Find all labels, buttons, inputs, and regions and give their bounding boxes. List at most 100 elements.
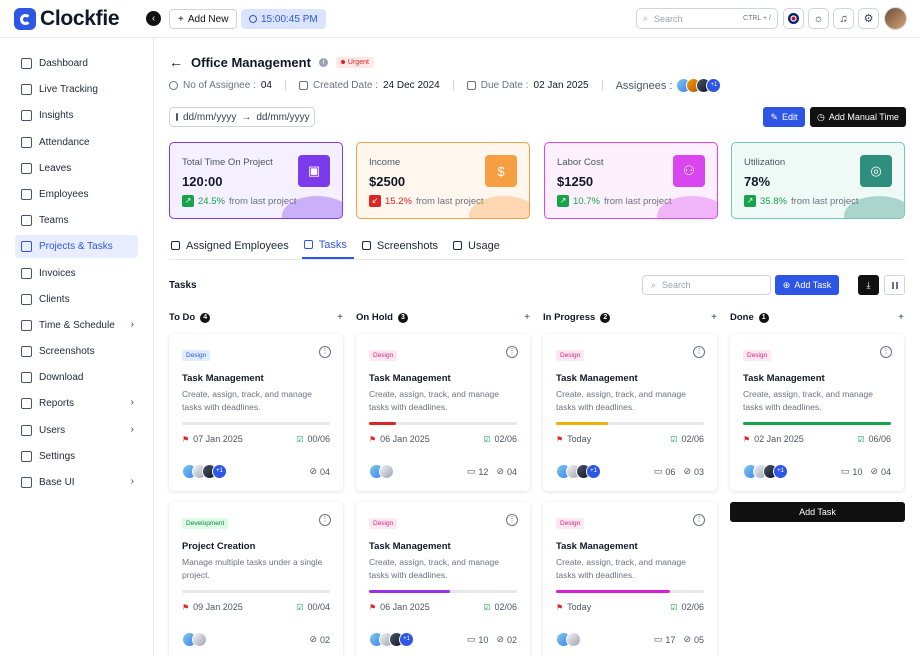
done-add-task-button[interactable]: Add Task xyxy=(730,502,905,522)
task-progress-bar xyxy=(182,422,330,425)
task-avatars[interactable]: +1 xyxy=(369,632,414,647)
download-icon: ⤓ xyxy=(866,279,871,290)
add-card-icon[interactable]: + xyxy=(898,312,904,323)
edit-button[interactable]: ✎ Edit xyxy=(763,107,805,127)
chevron-right-icon: › xyxy=(130,476,134,487)
download-button[interactable]: ⤓ xyxy=(858,275,879,295)
more-options-icon[interactable]: ⋮ xyxy=(693,514,705,526)
sidebar-item-attendance[interactable]: Attendance xyxy=(15,131,138,154)
sidebar-collapse-button[interactable]: ‹ xyxy=(146,11,161,26)
task-search-input[interactable]: ⌕ Search xyxy=(642,275,771,295)
task-due-value: 06 Jan 2025 xyxy=(380,602,430,612)
sidebar-item-settings[interactable]: Settings xyxy=(15,445,138,468)
sidebar-item-label: Settings xyxy=(39,450,76,462)
global-search-input[interactable]: ⌕ Search CTRL + / xyxy=(636,8,778,29)
sidebar-item-employees[interactable]: Employees xyxy=(15,183,138,206)
task-card[interactable]: Design ⋮ Task Management Create, assign, tr… xyxy=(730,334,904,491)
tab-screenshots[interactable]: Screenshots xyxy=(360,238,445,259)
task-title: Task Management xyxy=(743,373,825,384)
comments-value: 10 xyxy=(852,466,863,477)
task-avatars[interactable] xyxy=(369,464,394,479)
more-options-icon[interactable]: ⋮ xyxy=(506,346,518,358)
task-footer: +1 ▭ 10 ⊘ 04 xyxy=(743,464,891,479)
brand-logo[interactable]: Clockfie xyxy=(14,7,120,31)
sidebar-item-download[interactable]: Download xyxy=(15,366,138,389)
more-options-icon[interactable]: ⋮ xyxy=(319,514,331,526)
board-view-button[interactable] xyxy=(884,275,905,295)
task-title: Task Management xyxy=(369,373,451,384)
sidebar-item-dashboard[interactable]: Dashboard xyxy=(15,52,138,75)
assignee-avatars[interactable]: +1 xyxy=(676,78,722,93)
checkbox-icon: ☑ xyxy=(670,434,678,444)
flag-icon: ⚑ xyxy=(743,434,751,444)
add-card-icon[interactable]: + xyxy=(711,312,717,323)
tab-usage[interactable]: Usage xyxy=(451,238,507,259)
info-icon[interactable]: i xyxy=(318,57,328,67)
language-button[interactable] xyxy=(783,8,804,29)
date-range-picker[interactable]: dd/mm/yyyy → dd/mm/yyyy xyxy=(169,107,315,127)
plus-icon: + xyxy=(178,13,184,25)
sidebar-item-projects[interactable]: Projects & Tasks xyxy=(15,235,138,259)
attachments-count: ⊘ 02 xyxy=(309,634,330,645)
task-card[interactable]: Design ⋮ Task Management Create, assign, tr… xyxy=(543,334,717,491)
more-avatars-badge: +1 xyxy=(399,632,414,647)
leaves-icon xyxy=(21,162,32,174)
stat-card: Income $2500 ↙ 15.2% from last project $ xyxy=(356,142,530,219)
briefcase-icon: ▣ xyxy=(298,155,330,187)
task-tag: Design xyxy=(369,350,398,361)
sidebar-item-teams[interactable]: Teams xyxy=(15,209,138,232)
add-new-button[interactable]: + Add New xyxy=(169,9,238,29)
theme-toggle-button[interactable]: ☼ xyxy=(808,8,829,29)
add-card-icon[interactable]: + xyxy=(337,312,343,323)
add-manual-time-button[interactable]: ◷ Add Manual Time xyxy=(810,107,906,127)
tab-assigned-employees[interactable]: Assigned Employees xyxy=(169,238,296,259)
date-to: dd/mm/yyyy xyxy=(256,111,310,123)
task-avatars[interactable]: +1 xyxy=(743,464,788,479)
timer-display[interactable]: 15:00:45 PM xyxy=(241,9,326,29)
tab-label: Screenshots xyxy=(376,239,439,252)
task-checklist-value: 06/06 xyxy=(868,434,891,444)
task-avatars[interactable] xyxy=(182,632,207,647)
sidebar-item-users[interactable]: Users › xyxy=(15,419,138,442)
task-stats: ▭ 10 ⊘ 02 xyxy=(467,634,517,645)
task-footer: ▭ 12 ⊘ 04 xyxy=(369,464,517,479)
sidebar-item-base-ui[interactable]: Base UI › xyxy=(15,471,138,494)
column-title: In Progress xyxy=(543,312,596,323)
sidebar-item-live-tracking[interactable]: Live Tracking xyxy=(15,78,138,101)
add-task-button[interactable]: ⊕ Add Task xyxy=(775,275,839,295)
more-options-icon[interactable]: ⋮ xyxy=(880,346,892,358)
more-options-icon[interactable]: ⋮ xyxy=(319,346,331,358)
clock-icon: ◷ xyxy=(817,111,825,122)
sidebar-item-label: Invoices xyxy=(39,267,76,279)
more-options-icon[interactable]: ⋮ xyxy=(506,514,518,526)
sidebar-item-insights[interactable]: Insights xyxy=(15,104,138,127)
sidebar-item-screenshots[interactable]: Screenshots xyxy=(15,340,138,363)
task-card[interactable]: Design ⋮ Task Management Create, assign, tr… xyxy=(356,502,530,656)
task-avatars[interactable]: +1 xyxy=(182,464,227,479)
tab-tasks[interactable]: Tasks xyxy=(301,238,354,259)
more-options-icon[interactable]: ⋮ xyxy=(693,346,705,358)
notifications-button[interactable]: ♫ xyxy=(833,8,854,29)
task-card[interactable]: Development ⋮ Project Creation Manage multi… xyxy=(169,502,343,656)
task-avatars[interactable] xyxy=(556,632,581,647)
task-avatars[interactable]: +1 xyxy=(556,464,601,479)
attachments-count: ⊘ 03 xyxy=(683,466,704,477)
back-arrow-icon[interactable]: ← xyxy=(169,54,183,70)
task-card[interactable]: Design ⋮ Task Management Create, assign, tr… xyxy=(543,502,717,656)
arrow-down-icon: ↙ xyxy=(369,195,381,207)
sidebar-item-schedule[interactable]: Time & Schedule › xyxy=(15,314,138,337)
task-card[interactable]: Design ⋮ Task Management Create, assign, tr… xyxy=(169,334,343,491)
sidebar-item-leaves[interactable]: Leaves xyxy=(15,157,138,180)
task-progress-bar xyxy=(743,422,891,425)
add-card-icon[interactable]: + xyxy=(524,312,530,323)
user-avatar[interactable] xyxy=(884,7,907,30)
paperclip-icon: ⊘ xyxy=(683,634,691,644)
sidebar-item-invoices[interactable]: Invoices xyxy=(15,262,138,285)
tab-label: Assigned Employees xyxy=(186,239,289,252)
sidebar-item-reports[interactable]: Reports › xyxy=(15,392,138,415)
sidebar-item-clients[interactable]: Clients xyxy=(15,288,138,311)
comments-count: ▭ 10 xyxy=(467,634,489,645)
task-card[interactable]: Design ⋮ Task Management Create, assign, tr… xyxy=(356,334,530,491)
attachments-count: ⊘ 05 xyxy=(683,634,704,645)
settings-button[interactable]: ⚙ xyxy=(858,8,879,29)
